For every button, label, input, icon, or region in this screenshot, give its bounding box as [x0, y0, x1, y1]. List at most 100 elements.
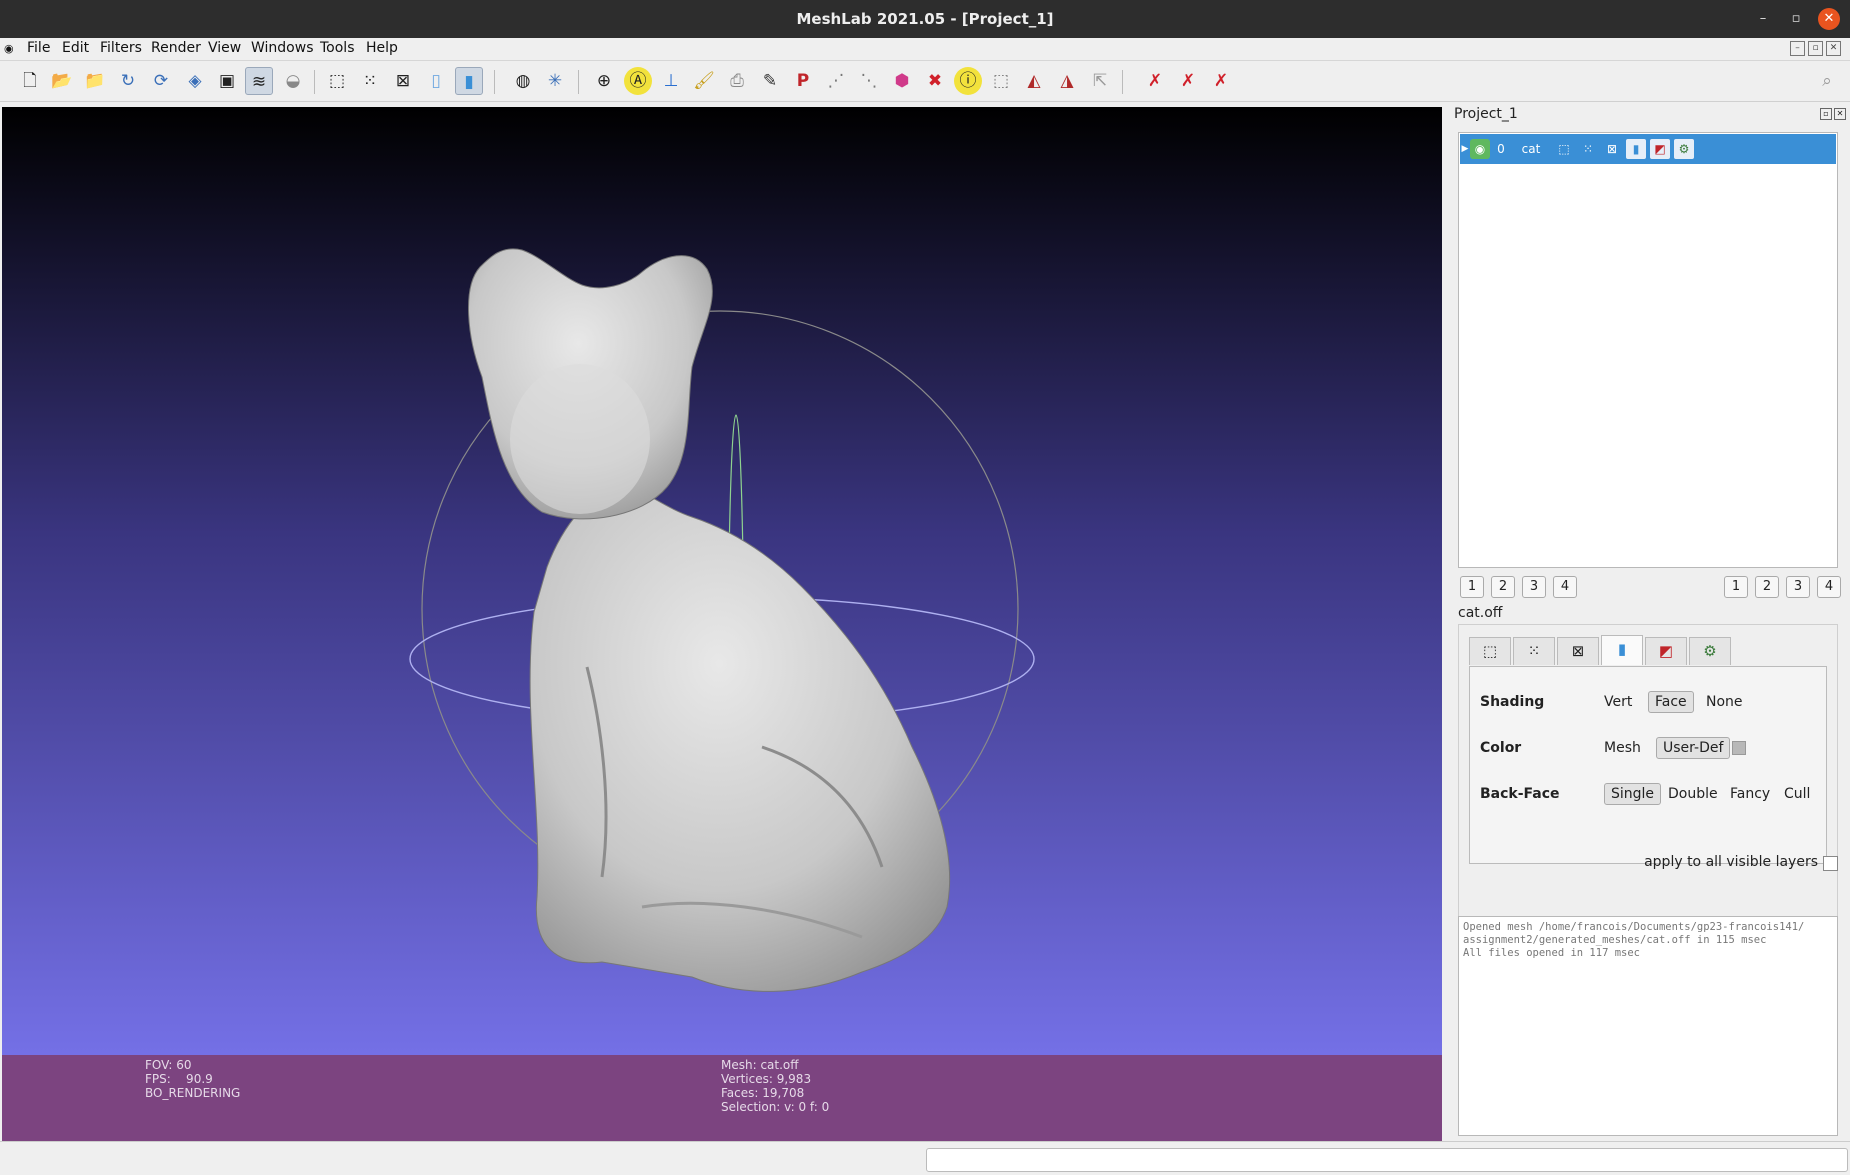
- brush-icon[interactable]: ✎: [756, 67, 784, 95]
- tab-decorators-icon[interactable]: ⚙: [1689, 637, 1731, 665]
- mdi-minimize-button[interactable]: –: [1790, 41, 1805, 56]
- tab-points-icon[interactable]: ⁙: [1513, 637, 1555, 665]
- new-project-icon[interactable]: 🗋: [16, 67, 44, 95]
- backface-fancy-option[interactable]: Fancy: [1724, 784, 1776, 804]
- reload-icon[interactable]: ↻: [114, 67, 142, 95]
- backface-single-option[interactable]: Single: [1604, 783, 1662, 805]
- layer-name[interactable]: cat: [1516, 139, 1546, 159]
- left-page-button-1[interactable]: 1: [1460, 576, 1484, 598]
- menu-edit[interactable]: Edit: [62, 40, 89, 56]
- tab-solid-icon[interactable]: ▮: [1601, 635, 1643, 665]
- shading-none-option[interactable]: None: [1700, 692, 1749, 712]
- apply-all-layers-checkbox[interactable]: [1823, 856, 1838, 871]
- expand-arrow-icon[interactable]: ▶: [1460, 139, 1470, 159]
- menu-tools[interactable]: Tools: [320, 40, 355, 56]
- color-swatch[interactable]: [1732, 741, 1746, 755]
- minimize-button[interactable]: –: [1752, 8, 1774, 30]
- menu-file[interactable]: File: [27, 40, 50, 56]
- menu-help[interactable]: Help: [366, 40, 398, 56]
- right-page-button-1[interactable]: 1: [1724, 576, 1748, 598]
- backface-cull-option[interactable]: Cull: [1778, 784, 1816, 804]
- select-region-icon[interactable]: ⬚: [987, 67, 1015, 95]
- left-page-button-3[interactable]: 3: [1522, 576, 1546, 598]
- tab-wireframe-icon[interactable]: ⊠: [1557, 637, 1599, 665]
- left-page-button-2[interactable]: 2: [1491, 576, 1515, 598]
- smooth-shading-icon[interactable]: ▮: [455, 67, 483, 95]
- menu-view[interactable]: View: [208, 40, 241, 56]
- viewport-info-bar: FOV: 60 FPS: 90.9 BO_RENDERING Mesh: cat…: [2, 1055, 1442, 1141]
- menu-windows[interactable]: Windows: [251, 40, 314, 56]
- camera-icon[interactable]: ⎙: [723, 67, 751, 95]
- paint-icon[interactable]: 🖌: [690, 67, 718, 95]
- reload-all-icon[interactable]: ⟳: [147, 67, 175, 95]
- lighting-icon[interactable]: ◍: [509, 67, 537, 95]
- layers-icon[interactable]: ≋: [245, 67, 273, 95]
- maximize-button[interactable]: ▫: [1785, 8, 1807, 30]
- color-mesh-option[interactable]: Mesh: [1598, 738, 1647, 758]
- tab-texture-icon[interactable]: ◩: [1645, 637, 1687, 665]
- delete-faces-icon[interactable]: ✗: [1174, 67, 1202, 95]
- right-page-button-2[interactable]: 2: [1755, 576, 1779, 598]
- layer-index: 0: [1497, 142, 1505, 156]
- layer-points-icon[interactable]: ⁙: [1578, 139, 1598, 159]
- bbox-icon[interactable]: ⬚: [323, 67, 351, 95]
- select-pointer-icon[interactable]: ⇱: [1086, 67, 1114, 95]
- raster-icon[interactable]: ◒: [279, 67, 307, 95]
- search-icon[interactable]: ⌕: [1813, 67, 1841, 95]
- select-vertices-icon[interactable]: ⋰: [822, 67, 850, 95]
- menu-render[interactable]: Render: [151, 40, 201, 56]
- georef-icon[interactable]: ✖: [921, 67, 949, 95]
- measure-axis-icon[interactable]: ⊥: [657, 67, 685, 95]
- snapshot-icon[interactable]: ▣: [213, 67, 241, 95]
- pickpoints-icon[interactable]: P: [789, 67, 817, 95]
- wireframe-icon[interactable]: ⊠: [389, 67, 417, 95]
- toolbar-separator: [1122, 70, 1123, 94]
- export-mesh-icon[interactable]: ◈: [181, 67, 209, 95]
- layer-decorators-icon[interactable]: ⚙: [1674, 139, 1694, 159]
- cat-body: [529, 486, 951, 992]
- visibility-eye-icon[interactable]: ◉: [1470, 139, 1490, 159]
- colorize-icon[interactable]: ⬢: [888, 67, 916, 95]
- tab-bbox-icon[interactable]: ⬚: [1469, 637, 1511, 665]
- color-label: Color: [1480, 740, 1522, 756]
- backface-label: Back-Face: [1480, 786, 1560, 802]
- apply-all-layers-label: apply to all visible layers: [1644, 854, 1818, 870]
- info-icon[interactable]: ⓘ: [954, 67, 982, 95]
- open-project-icon[interactable]: 📂: [48, 67, 76, 95]
- mdi-restore-button[interactable]: ▫: [1808, 41, 1823, 56]
- select-zbuffer-icon[interactable]: ◮: [1053, 67, 1081, 95]
- backface-double-option[interactable]: Double: [1662, 784, 1724, 804]
- dock-float-button[interactable]: ▫: [1820, 108, 1832, 120]
- annotation-icon[interactable]: Ⓐ: [624, 67, 652, 95]
- menu-filters[interactable]: Filters: [100, 40, 142, 56]
- select-faces-icon[interactable]: ⋱: [855, 67, 883, 95]
- cat-mesh-render: [409, 248, 1035, 992]
- flat-shading-icon[interactable]: ▯: [422, 67, 450, 95]
- points-icon[interactable]: ⁙: [356, 67, 384, 95]
- layer-texture-icon[interactable]: ◩: [1650, 139, 1670, 159]
- layer-solid-icon[interactable]: ▮: [1626, 139, 1646, 159]
- delete-faces-vertices-icon[interactable]: ✗: [1207, 67, 1235, 95]
- delete-vertices-icon[interactable]: ✗: [1141, 67, 1169, 95]
- right-page-button-3[interactable]: 3: [1786, 576, 1810, 598]
- layer-row[interactable]: ▶ ◉ 0 cat ⬚ ⁙ ⊠ ▮ ◩ ⚙: [1460, 134, 1836, 164]
- status-progress-field: [926, 1148, 1848, 1172]
- shading-vert-option[interactable]: Vert: [1598, 692, 1638, 712]
- layer-wireframe-icon[interactable]: ⊠: [1602, 139, 1622, 159]
- close-button[interactable]: ✕: [1818, 8, 1840, 30]
- left-page-button-4[interactable]: 4: [1553, 576, 1577, 598]
- axis-icon[interactable]: ✳: [541, 67, 569, 95]
- 3d-viewport[interactable]: [2, 107, 1442, 1055]
- color-userdef-option[interactable]: User-Def: [1656, 737, 1731, 759]
- app-menu-icon[interactable]: ◉: [4, 42, 14, 55]
- dock-close-button[interactable]: ✕: [1834, 108, 1846, 120]
- select-connected-icon[interactable]: ◭: [1020, 67, 1048, 95]
- mdi-close-button[interactable]: ✕: [1826, 41, 1841, 56]
- right-page-button-4[interactable]: 4: [1817, 576, 1841, 598]
- shading-face-option[interactable]: Face: [1648, 691, 1694, 713]
- layer-bbox-icon[interactable]: ⬚: [1554, 139, 1574, 159]
- toolbar-separator: [314, 70, 315, 94]
- import-mesh-icon[interactable]: 📁: [81, 67, 109, 95]
- log-console: Opened mesh /home/francois/Documents/gp2…: [1458, 916, 1838, 1136]
- trackball-icon[interactable]: ⊕: [590, 67, 618, 95]
